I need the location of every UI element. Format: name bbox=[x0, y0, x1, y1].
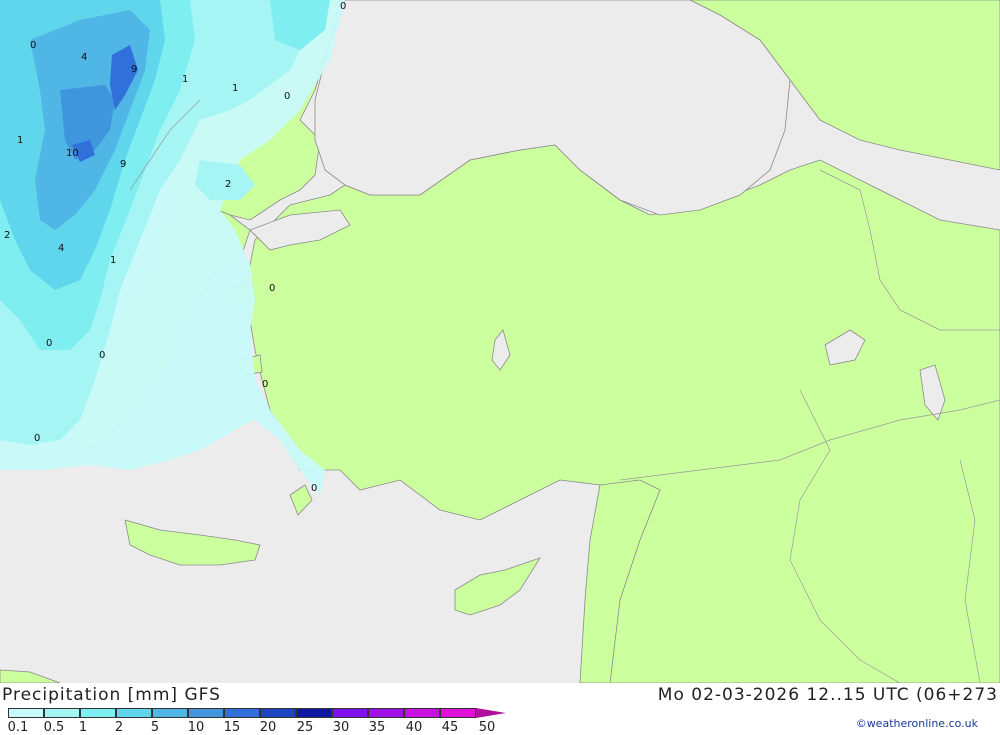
contour-label: 0 bbox=[269, 283, 275, 294]
precipitation-map: 0 4 9 1 1 0 1 10 9 2 2 4 1 0 0 0 0 0 0 0 bbox=[0, 0, 1000, 683]
contour-label: 2 bbox=[4, 230, 10, 241]
legend-swatch bbox=[80, 708, 116, 718]
credit-link[interactable]: ©weatheronline.co.uk bbox=[856, 717, 978, 730]
contour-label: 0 bbox=[99, 350, 105, 361]
contour-label: 9 bbox=[120, 159, 126, 170]
valid-time: Mo 02-03-2026 12..15 UTC (06+273 bbox=[657, 685, 998, 705]
contour-label: 4 bbox=[58, 243, 64, 254]
contour-label: 0 bbox=[46, 338, 52, 349]
legend-swatch bbox=[296, 708, 332, 718]
contour-label: 1 bbox=[182, 74, 188, 85]
contour-label: 1 bbox=[232, 83, 238, 94]
legend-swatch bbox=[260, 708, 296, 718]
legend-swatch bbox=[188, 708, 224, 718]
map-title: Precipitation [mm] GFS bbox=[2, 685, 221, 705]
contour-label: 4 bbox=[81, 52, 87, 63]
contour-label: 2 bbox=[225, 179, 231, 190]
contour-label: 0 bbox=[311, 483, 317, 494]
contour-label: 0 bbox=[30, 40, 36, 51]
legend-swatch bbox=[116, 708, 152, 718]
contour-label: 1 bbox=[110, 255, 116, 266]
contour-label: 0 bbox=[34, 433, 40, 444]
contour-label: 10 bbox=[66, 148, 79, 159]
legend-swatch bbox=[404, 708, 440, 718]
contour-label: 0 bbox=[340, 1, 346, 12]
contour-label: 0 bbox=[284, 91, 290, 102]
legend-swatch bbox=[332, 708, 368, 718]
footer-bar: Precipitation [mm] GFS Mo 02-03-2026 12.… bbox=[0, 683, 1000, 735]
contour-label: 9 bbox=[131, 64, 137, 75]
legend-arrow bbox=[476, 708, 506, 718]
contour-label: 0 bbox=[262, 379, 268, 390]
legend-swatch bbox=[152, 708, 188, 718]
color-legend bbox=[8, 708, 506, 718]
legend-swatch bbox=[44, 708, 80, 718]
contour-label: 1 bbox=[17, 135, 23, 146]
legend-swatch bbox=[368, 708, 404, 718]
legend-swatch bbox=[224, 708, 260, 718]
legend-swatch bbox=[440, 708, 476, 718]
legend-swatch bbox=[8, 708, 44, 718]
